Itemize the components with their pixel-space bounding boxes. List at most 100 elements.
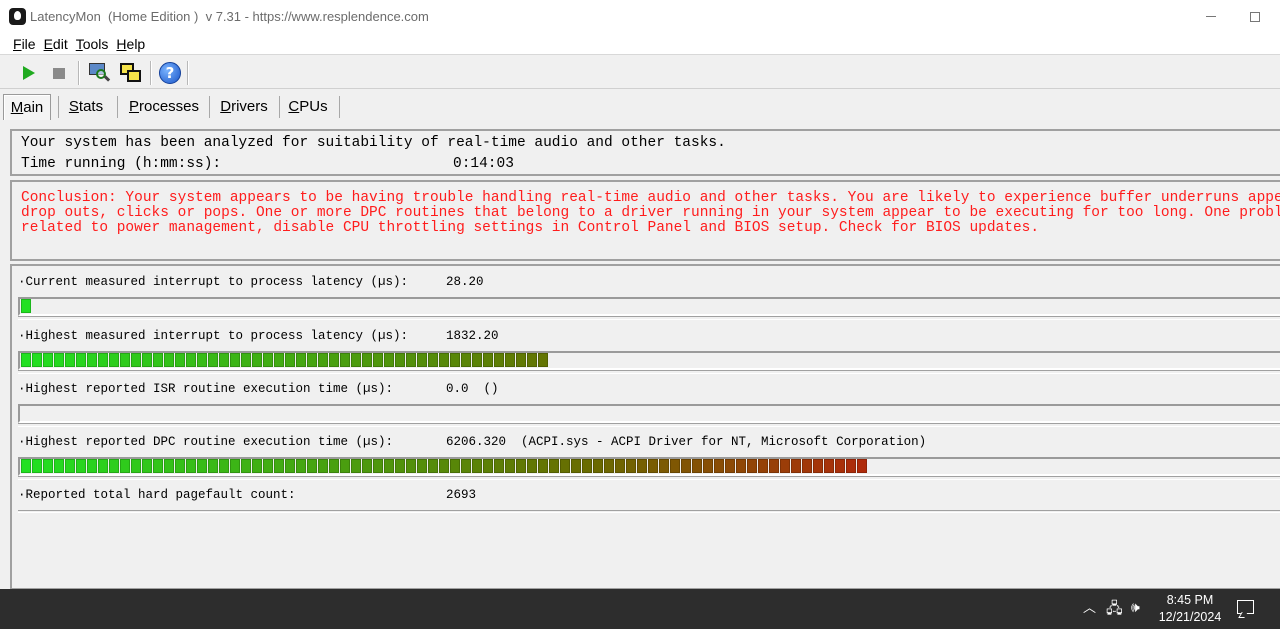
taskbar-clock[interactable]: 8:45 PM 12/21/2024	[1148, 592, 1232, 626]
bar-segment	[582, 459, 592, 473]
tab-processes-mnemonic: P	[128, 98, 139, 115]
maximize-icon	[1250, 11, 1260, 22]
tab-processes[interactable]: Processes	[122, 94, 206, 120]
bar-segment	[626, 459, 636, 473]
bar-segment	[637, 459, 647, 473]
bar-segment	[549, 459, 559, 473]
start-button[interactable]	[16, 60, 42, 86]
chevron-up-icon[interactable]: ︿	[1083, 600, 1096, 618]
menu-help[interactable]: Help	[116, 35, 145, 53]
menu-tools-label: ools	[82, 35, 109, 52]
clock-date: 12/21/2024	[1158, 610, 1222, 624]
metric-value: 28.20	[446, 275, 484, 289]
bar-segment	[527, 459, 537, 473]
tab-cpus[interactable]: CPUs	[283, 94, 333, 120]
bar-segment	[76, 459, 86, 473]
bar-fill	[21, 299, 32, 313]
bar-segment	[21, 299, 31, 313]
app-icon	[9, 8, 26, 25]
bar-segment	[76, 353, 86, 367]
bar-segment	[164, 353, 174, 367]
taskbar: ︿ 🖧 🕪 8:45 PM 12/21/2024	[0, 589, 1280, 629]
notification-icon[interactable]	[1237, 600, 1254, 614]
bar-segment	[131, 353, 141, 367]
bar-segment	[241, 353, 251, 367]
conclusion-panel: Conclusion: Your system appears to be ha…	[10, 180, 1280, 261]
help-button[interactable]: ?	[157, 60, 183, 86]
help-icon: ?	[159, 62, 181, 84]
maximize-button[interactable]	[1232, 0, 1278, 33]
tab-stats[interactable]: Stats	[62, 94, 110, 120]
bar-segment	[659, 459, 669, 473]
tab-separator	[58, 96, 59, 118]
bar-segment	[395, 459, 405, 473]
bar-segment	[351, 353, 361, 367]
menu-help-label: elp	[126, 35, 146, 52]
bar-segment	[153, 353, 163, 367]
tab-processes-label: rocesses	[138, 98, 200, 115]
tab-drivers-mnemonic: D	[220, 98, 232, 115]
bar-segment	[208, 459, 218, 473]
bar-segment	[98, 353, 108, 367]
bar-segment	[274, 353, 284, 367]
latency-bar	[18, 457, 1280, 480]
bar-segment	[142, 353, 152, 367]
bar-segment	[43, 353, 53, 367]
tab-drivers[interactable]: Drivers	[214, 94, 274, 120]
bar-segment	[241, 459, 251, 473]
menu-edit[interactable]: Edit	[44, 35, 68, 53]
menu-bar: File Edit Tools Help	[0, 33, 1280, 55]
monitor-button[interactable]	[86, 60, 112, 86]
bar-segment	[65, 353, 75, 367]
minimize-button[interactable]	[1188, 0, 1234, 33]
bar-segment	[439, 353, 449, 367]
volume-icon[interactable]: 🕪	[1131, 599, 1140, 617]
tab-cpus-label: PUs	[299, 98, 328, 115]
bar-segment	[461, 353, 471, 367]
network-icon[interactable]: 🖧	[1106, 599, 1123, 617]
bar-segment	[791, 459, 801, 473]
menu-help-mnemonic: H	[116, 35, 127, 52]
bar-segment	[373, 459, 383, 473]
tab-main[interactable]: Main	[3, 94, 51, 120]
play-icon	[23, 66, 35, 80]
bar-segment	[230, 353, 240, 367]
bar-segment	[560, 459, 570, 473]
menu-file-label: ile	[21, 35, 36, 52]
bar-segment	[109, 459, 119, 473]
bar-segment	[285, 353, 295, 367]
bar-segment	[164, 459, 174, 473]
menu-file[interactable]: File	[13, 35, 36, 53]
bar-segment	[439, 459, 449, 473]
menu-file-mnemonic: F	[13, 35, 22, 52]
metric-value: 1832.20	[446, 329, 499, 343]
bar-segment	[263, 353, 273, 367]
pagefault-divider	[18, 510, 1280, 513]
bar-segment	[340, 459, 350, 473]
bar-segment	[21, 459, 31, 473]
stop-button[interactable]	[46, 60, 72, 86]
bar-segment	[87, 353, 97, 367]
toolbar-separator	[78, 61, 80, 85]
bar-segment	[296, 459, 306, 473]
bar-segment	[593, 459, 603, 473]
bar-segment	[692, 459, 702, 473]
bar-segment	[527, 353, 537, 367]
tab-drivers-label: rivers	[231, 98, 268, 115]
windows-button[interactable]	[118, 60, 144, 86]
bar-segment	[318, 459, 328, 473]
bar-segment	[681, 459, 691, 473]
bar-segment	[450, 353, 460, 367]
menu-tools[interactable]: Tools	[76, 35, 109, 53]
bar-segment	[142, 459, 152, 473]
bar-segment	[494, 459, 504, 473]
tab-separator	[117, 96, 118, 118]
bar-segment	[230, 459, 240, 473]
bar-segment	[252, 353, 262, 367]
latency-bar	[18, 351, 1280, 374]
metric-label: ·Highest measured interrupt to process l…	[18, 329, 409, 343]
tab-main-label: ain	[23, 99, 44, 116]
bar-segment	[747, 459, 757, 473]
bar-segment	[670, 459, 680, 473]
bar-segment	[109, 353, 119, 367]
